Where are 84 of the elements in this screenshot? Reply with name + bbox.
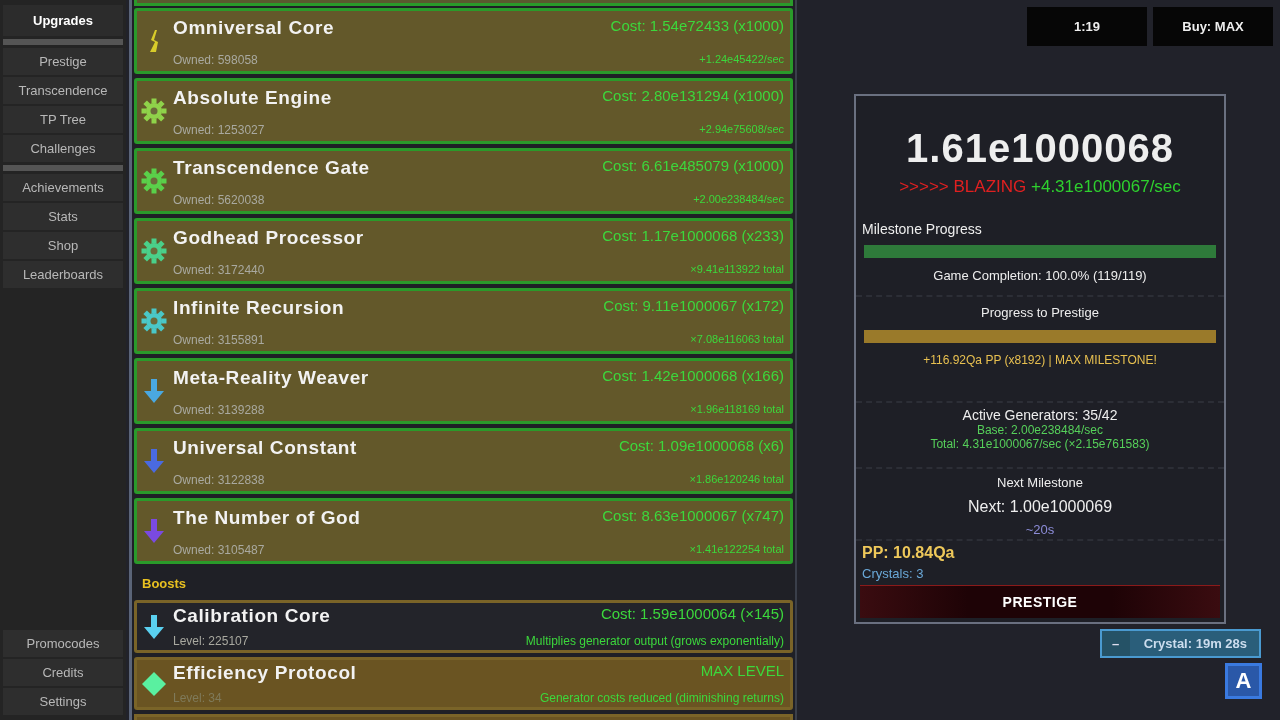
- generator-card[interactable]: Infinite Recursion Owned: 3155891 Cost: 9.11e1000067 (x172) ×7.08e116063 total: [134, 288, 793, 354]
- boost-card[interactable]: Calibration Core Level: 225107 Cost: 1.59e1000064 (×145) Multiplies generator output (grows exponentially): [134, 600, 793, 653]
- collapse-button[interactable]: –: [1101, 631, 1130, 656]
- generator-name: Transcendence Gate: [173, 157, 371, 179]
- sidebar-tab[interactable]: Shop: [3, 232, 123, 259]
- output-text: ×1.96e118169 total: [690, 403, 784, 415]
- boost-card[interactable]: Efficiency Protocol Level: 34 MAX LEVEL Generator costs reduced (diminishing returns): [134, 657, 793, 710]
- generator-name: The Number of God: [173, 507, 362, 529]
- output-text: ×1.41e122254 total: [689, 543, 784, 555]
- owned-count: Owned: 5620038: [173, 193, 266, 207]
- generator-name: Godhead Processor: [173, 227, 365, 249]
- boost-name: Efficiency Protocol: [173, 662, 358, 684]
- generator-card[interactable]: Universal Constant Owned: 3122838 Cost: 1.09e1000068 (x6) ×1.86e120246 total: [134, 428, 793, 494]
- prestige-gain-text: +116.92Qa PP (x8192) | MAX MILESTONE!: [922, 353, 1158, 367]
- currency-amount: 1.61e1000068: [905, 126, 1175, 171]
- generator-card[interactable]: Absolute Engine Owned: 1253027 Cost: 2.80e131294 (x1000) +2.94e75608/sec: [134, 78, 793, 144]
- buy-mode-button[interactable]: Buy: MAX: [1153, 7, 1273, 46]
- generator-card[interactable]: Godhead Processor Owned: 3172440 Cost: 1.17e1000068 (x233) ×9.41e113922 total: [134, 218, 793, 284]
- output-text: +2.00e238484/sec: [693, 193, 784, 205]
- owned-count: Owned: 598058: [173, 53, 259, 67]
- owned-count: Owned: 3122838: [173, 473, 266, 487]
- eta-text: ~20s: [1024, 522, 1056, 537]
- section-title: Next Milestone: [996, 475, 1084, 490]
- auto-button[interactable]: A: [1225, 663, 1262, 699]
- owned-count: Owned: 3105487: [173, 543, 266, 557]
- output-text: ×7.08e116063 total: [690, 333, 784, 345]
- sidebar-tab[interactable]: Upgrades: [3, 5, 123, 36]
- active-generators-text: Active Generators: 35/42: [961, 407, 1119, 423]
- cost-text: Cost: 1.54e72433 (x1000): [610, 17, 784, 34]
- effect-text: Generator costs reduced (diminishing returns): [539, 691, 784, 705]
- sidebar-tab[interactable]: Transcendence: [3, 77, 123, 104]
- cost-text: Cost: 8.63e1000067 (x747): [602, 507, 784, 524]
- generator-card[interactable]: Meta-Reality Weaver Owned: 3139288 Cost: 1.42e1000068 (x166) ×1.96e118169 total: [134, 358, 793, 424]
- generator-name: Omniversal Core: [173, 17, 336, 39]
- section-heading: Boosts: [141, 575, 188, 593]
- sidebar-tab[interactable]: TP Tree: [3, 106, 123, 133]
- total-rate-text: Total: 4.31e1000067/sec (×2.15e761583): [929, 437, 1151, 451]
- cost-text: Cost: 2.80e131294 (x1000): [602, 87, 784, 104]
- sidebar-tab[interactable]: Achievements: [3, 174, 123, 201]
- section-title: Progress to Prestige: [980, 305, 1100, 320]
- boost-name: Calibration Core: [173, 605, 332, 627]
- generator-name: Infinite Recursion: [173, 297, 346, 319]
- output-text: +1.24e45422/sec: [699, 53, 784, 65]
- cost-text: Cost: 1.17e1000068 (x233): [602, 227, 784, 244]
- speed-label: >>>>> BLAZING: [899, 177, 1027, 196]
- level-text: Level: 225107: [173, 634, 250, 648]
- generator-name: Absolute Engine: [173, 87, 333, 109]
- output-text: ×9.41e113922 total: [690, 263, 784, 275]
- effect-text: Multiplies generator output (grows exponentially): [525, 634, 784, 648]
- generator-card[interactable]: Omniversal Core Owned: 598058 Cost: 1.54e72433 (x1000) +1.24e45422/sec: [134, 8, 793, 74]
- generator-card[interactable]: The Number of God Owned: 3105487 Cost: 8.63e1000067 (x747) ×1.41e122254 total: [134, 498, 793, 564]
- cost-text: Cost: 1.09e1000068 (x6): [618, 437, 784, 454]
- rate-text: +4.31e1000067/sec: [1031, 177, 1181, 196]
- timer-display: 1:19: [1027, 7, 1147, 46]
- base-rate-text: Base: 2.00e238484/sec: [975, 423, 1105, 437]
- output-text: +2.94e75608/sec: [699, 123, 784, 135]
- owned-count: Owned: 3155891: [173, 333, 266, 347]
- sidebar-tab[interactable]: Stats: [3, 203, 123, 230]
- sidebar-tab[interactable]: Settings: [3, 688, 123, 715]
- crystal-timer-text: Crystal: 19m 28s: [1142, 635, 1248, 653]
- owned-count: Owned: 3172440: [173, 263, 266, 277]
- next-milestone-value: Next: 1.00e1000069: [966, 498, 1114, 516]
- generator-name: Universal Constant: [173, 437, 358, 459]
- completion-text: Game Completion: 100.0% (119/119): [932, 268, 1148, 283]
- level-text: Level: 34: [173, 691, 223, 705]
- sidebar-tab[interactable]: Prestige: [3, 48, 123, 75]
- generator-name: Meta-Reality Weaver: [173, 367, 370, 389]
- owned-count: Owned: 3139288: [173, 403, 266, 417]
- sidebar-tab[interactable]: Leaderboards: [3, 261, 123, 288]
- section-title: Milestone Progress: [862, 221, 983, 237]
- cost-text: Cost: 9.11e1000067 (x172): [603, 297, 784, 314]
- prestige-button[interactable]: PRESTIGE: [860, 585, 1220, 618]
- sidebar-tab[interactable]: Promocodes: [3, 630, 123, 657]
- cost-text: Cost: 6.61e485079 (x1000): [602, 157, 784, 174]
- sidebar-tab[interactable]: Challenges: [3, 135, 123, 162]
- sidebar-tab[interactable]: Credits: [3, 659, 123, 686]
- output-text: ×1.86e120246 total: [689, 473, 784, 485]
- cost-text: MAX LEVEL: [700, 662, 784, 679]
- generator-card[interactable]: Transcendence Gate Owned: 5620038 Cost: 6.61e485079 (x1000) +2.00e238484/sec: [134, 148, 793, 214]
- cost-text: Cost: 1.42e1000068 (x166): [602, 367, 784, 384]
- cost-text: Cost: 1.59e1000064 (×145): [600, 605, 784, 622]
- crystal-count: Crystals: 3: [861, 565, 925, 583]
- prestige-points: PP: 10.84Qa: [861, 543, 956, 562]
- owned-count: Owned: 1253027: [173, 123, 266, 137]
